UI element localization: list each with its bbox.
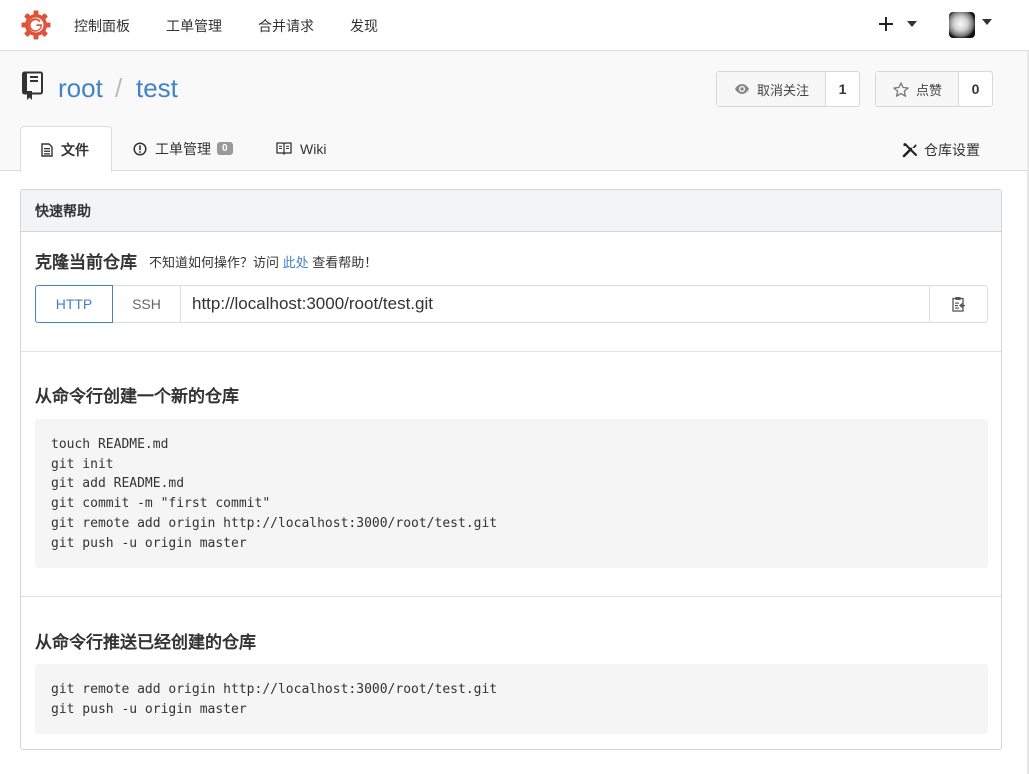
caret-down-icon [907, 21, 917, 27]
tab-issues[interactable]: 工单管理 0 [133, 126, 233, 171]
push-existing-code: git remote add origin http://localhost:3… [35, 664, 988, 734]
avatar [949, 12, 975, 38]
new-repo-title: 从命令行创建一个新的仓库 [35, 387, 239, 406]
stars-count[interactable]: 0 [959, 72, 992, 106]
section-divider [21, 351, 1001, 352]
user-menu-dropdown[interactable] [949, 12, 995, 39]
book-icon [276, 142, 292, 155]
repo-path-separator: / [115, 73, 123, 103]
plus-icon [879, 17, 893, 31]
clone-url-bar: HTTP SSH [35, 285, 988, 323]
section-divider [21, 596, 1001, 597]
push-existing-title: 从命令行推送已经创建的仓库 [35, 633, 256, 652]
tools-icon [902, 143, 917, 158]
clone-hint: 不知道如何操作？访问 此处 查看帮助！ [149, 252, 377, 271]
unwatch-label: 取消关注 [757, 82, 810, 98]
watchers-count[interactable]: 1 [826, 72, 859, 106]
tab-issues-label: 工单管理 [155, 140, 211, 157]
nav-pull-requests[interactable]: 合并请求 [258, 16, 314, 36]
copy-url-button[interactable] [930, 285, 988, 323]
star-button-group: 点赞 0 [875, 71, 994, 107]
quick-help-header: 快速帮助 [21, 190, 1001, 232]
issue-opened-icon [133, 141, 147, 156]
create-new-dropdown[interactable] [878, 11, 922, 37]
clippy-icon [951, 297, 965, 312]
star-icon [893, 81, 909, 97]
eye-icon [735, 84, 749, 94]
help-link[interactable]: 此处 [283, 255, 309, 270]
repo-icon [22, 71, 43, 100]
gogs-logo-icon[interactable] [20, 9, 52, 41]
ssh-protocol-button[interactable]: SSH [113, 285, 181, 323]
nav-explore[interactable]: 发现 [350, 16, 378, 36]
clone-url-input[interactable] [181, 285, 930, 323]
http-protocol-button[interactable]: HTTP [35, 285, 113, 323]
tab-repo-settings[interactable]: 仓库设置 [902, 140, 980, 160]
clone-title: 克隆当前仓库 [35, 253, 137, 272]
star-label: 点赞 [916, 82, 943, 98]
watch-button-group: 取消关注 1 [716, 71, 861, 107]
issues-count-badge: 0 [217, 142, 233, 155]
caret-down-icon [982, 19, 992, 25]
repo-owner-link[interactable]: root [58, 73, 103, 104]
star-button[interactable]: 点赞 [876, 72, 960, 106]
clone-hint-prefix: 不知道如何操作？访问 [149, 255, 280, 270]
unwatch-button[interactable]: 取消关注 [717, 72, 827, 106]
tab-wiki-label: Wiki [300, 140, 327, 157]
tab-files-label: 文件 [61, 141, 89, 158]
repo-name-link[interactable]: test [136, 73, 178, 104]
quick-help-panel: 快速帮助 克隆当前仓库 不知道如何操作？访问 此处 查看帮助！ HTTP SSH… [20, 189, 1002, 750]
top-navbar: 控制面板 工单管理 合并请求 发现 [0, 0, 1029, 51]
tab-repo-settings-label: 仓库设置 [924, 142, 980, 158]
new-repo-code: touch README.md git init git add README.… [35, 419, 988, 568]
tab-wiki[interactable]: Wiki [276, 126, 326, 171]
tab-files[interactable]: 文件 [20, 126, 112, 172]
nav-dashboard[interactable]: 控制面板 [74, 16, 130, 36]
file-text-icon [41, 142, 53, 157]
nav-issues[interactable]: 工单管理 [166, 16, 222, 36]
clone-hint-suffix: 查看帮助！ [312, 255, 378, 270]
